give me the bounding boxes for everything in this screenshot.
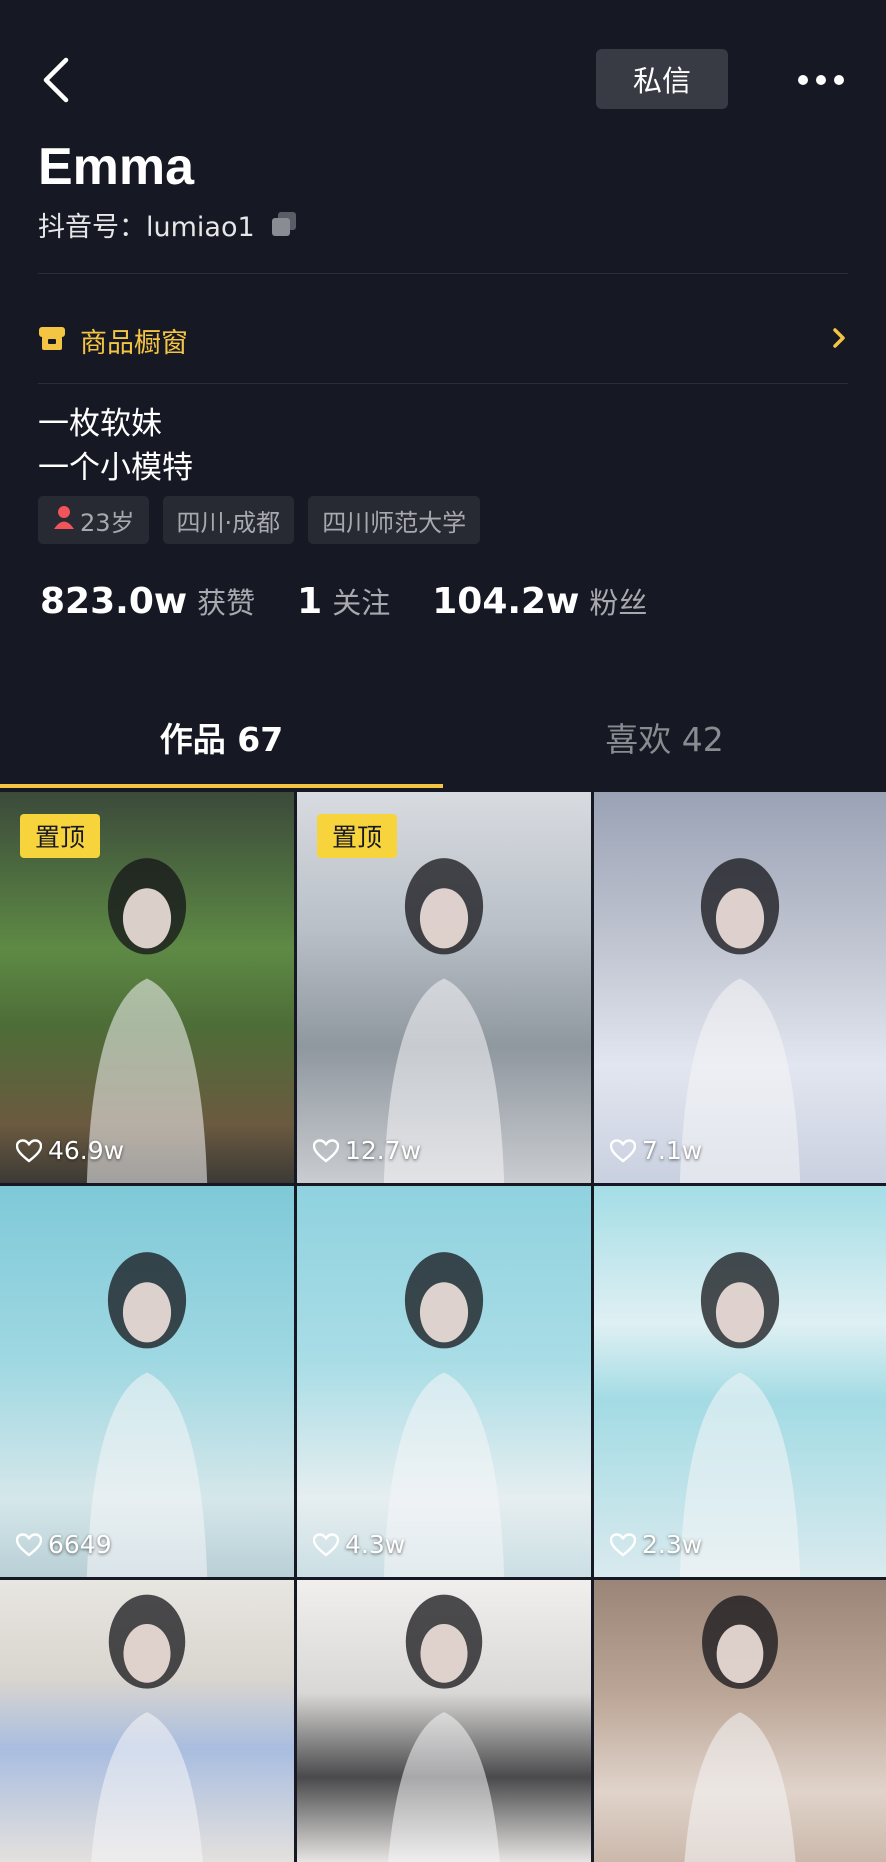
female-person-icon bbox=[52, 504, 76, 536]
heart-outline-icon bbox=[313, 1532, 339, 1556]
heart-outline-icon bbox=[313, 1138, 339, 1162]
profile-stats: 823.0w 获赞 1 关注 104.2w 粉丝 bbox=[40, 580, 689, 622]
like-count-text: 7.1w bbox=[642, 1136, 703, 1165]
more-dots-icon bbox=[798, 75, 844, 85]
video-like-count: 4.3w bbox=[313, 1530, 405, 1559]
profile-name: Emma bbox=[38, 138, 195, 186]
more-options-button[interactable] bbox=[786, 60, 856, 100]
message-button[interactable]: 私信 bbox=[596, 49, 728, 109]
video-like-count: 6649 bbox=[16, 1530, 112, 1559]
pinned-badge: 置顶 bbox=[20, 814, 100, 858]
shop-icon bbox=[38, 324, 66, 356]
tab-likes[interactable]: 喜欢 42 bbox=[443, 712, 886, 762]
video-cover-image bbox=[297, 1580, 591, 1862]
heart-outline-icon bbox=[610, 1138, 636, 1162]
chevron-right-icon bbox=[830, 324, 850, 356]
shop-window-label: 商品橱窗 bbox=[80, 327, 188, 359]
active-tab-indicator bbox=[0, 784, 443, 788]
school-tag: 四川师范大学 bbox=[308, 496, 481, 544]
douyin-id-row: 抖音号：lumiao1 bbox=[38, 204, 299, 244]
heart-outline-icon bbox=[610, 1532, 636, 1556]
video-thumbnail[interactable]: 置顶 46.9w bbox=[0, 792, 294, 1183]
heart-outline-icon bbox=[16, 1532, 42, 1556]
video-like-count: 12.7w bbox=[313, 1136, 421, 1165]
following-label[interactable]: 关注 bbox=[332, 580, 390, 622]
video-thumbnail[interactable] bbox=[297, 1580, 591, 1862]
bio-line: 一个小模特 bbox=[38, 450, 193, 486]
video-thumbnail[interactable] bbox=[594, 1580, 886, 1862]
video-thumbnail[interactable]: 6649 bbox=[0, 1186, 294, 1577]
following-count[interactable]: 1 bbox=[297, 581, 322, 622]
like-count-text: 12.7w bbox=[345, 1136, 422, 1165]
video-like-count: 2.3w bbox=[610, 1530, 702, 1559]
shop-window-row[interactable]: 商品橱窗 bbox=[38, 318, 850, 362]
video-thumbnail[interactable]: 7.1w bbox=[594, 792, 886, 1183]
location-tag: 四川·成都 bbox=[162, 496, 295, 544]
like-count-text: 6649 bbox=[48, 1530, 112, 1559]
tab-works[interactable]: 作品 67 bbox=[0, 712, 443, 762]
copy-icon[interactable] bbox=[269, 209, 299, 239]
age-text: 23岁 bbox=[80, 508, 135, 537]
like-count-text: 4.3w bbox=[345, 1530, 406, 1559]
video-cover-image bbox=[0, 1580, 294, 1862]
like-count-text: 46.9w bbox=[48, 1136, 125, 1165]
video-thumbnail[interactable] bbox=[0, 1580, 294, 1862]
video-thumbnail[interactable]: 置顶 12.7w bbox=[297, 792, 591, 1183]
back-button[interactable] bbox=[28, 50, 88, 110]
video-cover-image bbox=[594, 1580, 886, 1862]
profile-tags: 23岁 四川·成都 四川师范大学 bbox=[38, 496, 481, 544]
video-thumbnail[interactable]: 2.3w bbox=[594, 1186, 886, 1577]
like-count-text: 2.3w bbox=[642, 1530, 703, 1559]
video-cover-image bbox=[297, 1186, 591, 1577]
bio-line: 一枚软妹 bbox=[38, 406, 162, 442]
divider bbox=[38, 273, 848, 274]
douyin-id: 抖音号：lumiao1 bbox=[38, 211, 255, 243]
likes-label: 获赞 bbox=[197, 586, 256, 620]
heart-outline-icon bbox=[16, 1138, 42, 1162]
video-like-count: 7.1w bbox=[610, 1136, 702, 1165]
video-cover-image bbox=[594, 792, 886, 1183]
video-cover-image bbox=[594, 1186, 886, 1577]
likes-count: 823.0w bbox=[40, 581, 188, 622]
followers-count[interactable]: 104.2w bbox=[432, 581, 579, 622]
video-cover-image bbox=[0, 1186, 294, 1577]
divider bbox=[38, 383, 848, 384]
chevron-left-icon bbox=[43, 57, 69, 103]
pinned-badge: 置顶 bbox=[317, 814, 397, 858]
video-thumbnail[interactable]: 4.3w bbox=[297, 1186, 591, 1577]
age-tag: 23岁 bbox=[38, 496, 149, 544]
followers-label[interactable]: 粉丝 bbox=[589, 580, 647, 622]
video-like-count: 46.9w bbox=[16, 1136, 124, 1165]
